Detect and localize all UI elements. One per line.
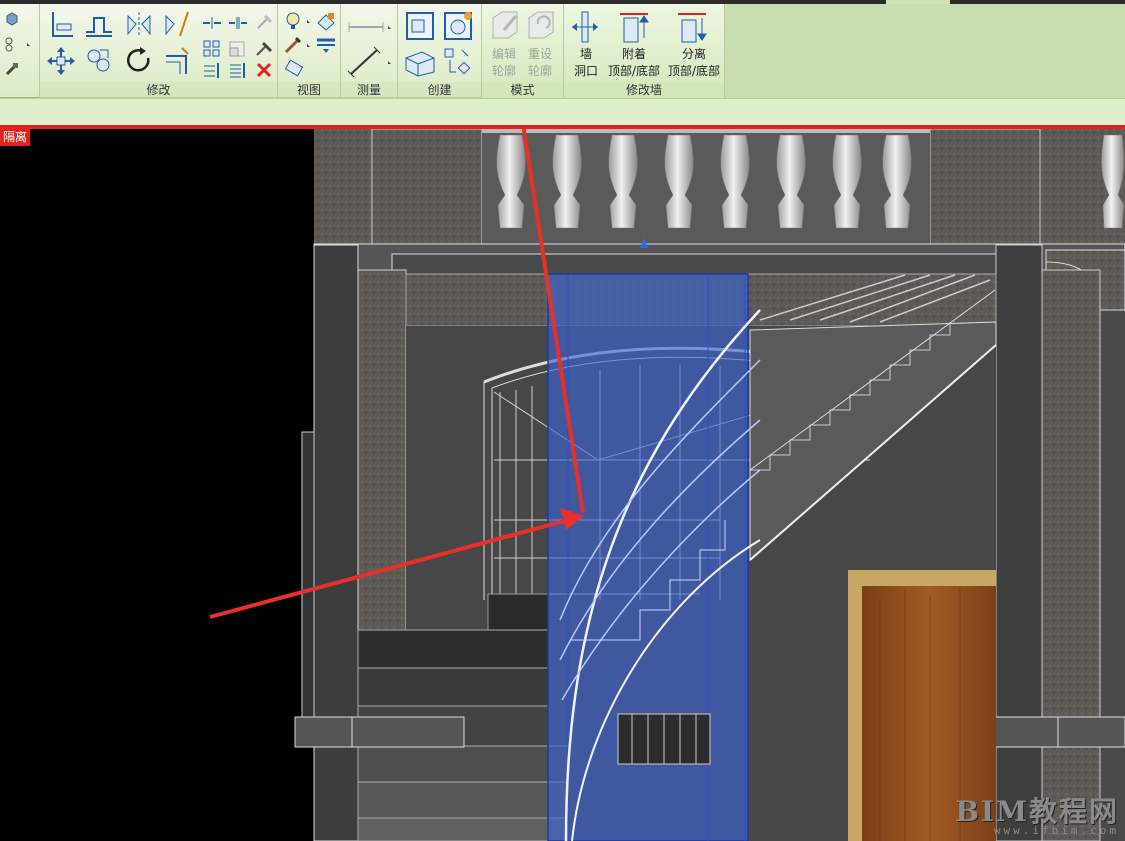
attach-top-base-label-2[interactable]: 顶部/底部 (604, 63, 664, 80)
delete-icon[interactable] (252, 60, 276, 80)
panel-select-properties (0, 4, 40, 98)
trim-extend-single-icon[interactable] (200, 60, 224, 80)
override-graphics-icon[interactable] (314, 10, 338, 32)
edit-profile-label-2[interactable]: 轮廓 (486, 63, 522, 80)
hide-in-view-icon[interactable] (282, 10, 312, 32)
attach-top-base-icon[interactable] (618, 10, 652, 44)
pin-icon[interactable] (252, 38, 276, 60)
edit-profile-icon[interactable] (490, 8, 520, 42)
selected-wall[interactable] (547, 238, 761, 841)
panel-modify: 修改 (40, 4, 278, 98)
create-similar-icon[interactable] (442, 46, 474, 78)
panel-modify-wall: 墙 洞口 附着 顶部/底部 分离 顶部/底部 修改墙 (564, 4, 725, 98)
panel-mode: 编辑 轮廓 重设 轮廓 模式 (482, 4, 564, 98)
move-icon[interactable] (46, 46, 76, 76)
attach-top-base-label-1[interactable]: 附着 (604, 46, 664, 63)
wall-opening-icon[interactable] (570, 10, 600, 44)
offset-icon[interactable] (84, 10, 114, 38)
revit-window: 修改 视图 测量 创建 编辑 轮廓 重设 轮廓 模式 墙 洞口 附着 顶部/底部… (0, 0, 1125, 841)
create-parts-icon[interactable] (404, 10, 436, 42)
wall-opening-label-1[interactable]: 墙 (568, 46, 604, 63)
trim-extend-multiple-icon[interactable] (226, 60, 250, 80)
reset-profile-label-2[interactable]: 轮廓 (522, 63, 558, 80)
options-bar (0, 98, 1125, 126)
detach-top-base-label-2[interactable]: 顶部/底部 (664, 63, 724, 80)
edit-profile-label-1[interactable]: 编辑 (486, 46, 522, 63)
drawing-viewport[interactable]: 隔离 BIM教程网 www.ifbim.com (0, 129, 1125, 841)
panel-view: 视图 (278, 4, 341, 98)
linework-icon[interactable] (282, 34, 312, 56)
wall-opening-label-2[interactable]: 洞口 (568, 63, 604, 80)
reset-profile-icon[interactable] (526, 8, 556, 42)
ribbon-empty-area (725, 4, 1125, 98)
panel-measure: 测量 (341, 4, 398, 98)
detach-top-base-label-1[interactable]: 分离 (664, 46, 724, 63)
scale-icon[interactable] (226, 38, 250, 60)
copy-icon[interactable] (84, 46, 114, 76)
unpin-icon[interactable] (252, 12, 276, 34)
right-pillar (1041, 269, 1101, 841)
properties-icon[interactable] (2, 10, 22, 28)
rotate-icon[interactable] (124, 46, 154, 76)
model-view[interactable] (0, 129, 1125, 841)
line-styles-icon[interactable] (314, 34, 338, 56)
mirror-draw-axis-icon[interactable] (162, 10, 192, 38)
aligned-dimension-icon[interactable] (345, 46, 393, 78)
copy-to-clipboard-icon[interactable] (2, 34, 32, 54)
panel-label-view: 视图 (278, 82, 340, 98)
mirror-pick-axis-icon[interactable] (124, 10, 154, 38)
split-with-gap-icon[interactable] (226, 12, 250, 34)
measure-between-references-icon[interactable] (345, 16, 393, 38)
array-icon[interactable] (200, 38, 224, 60)
panel-label-modify-wall: 修改墙 (564, 82, 724, 98)
reset-profile-label-1[interactable]: 重设 (522, 46, 558, 63)
trim-extend-corner-icon[interactable] (162, 46, 192, 76)
match-type-icon[interactable] (2, 60, 22, 78)
paint-icon[interactable] (282, 58, 308, 80)
panel-label-mode: 模式 (482, 82, 563, 98)
detach-top-base-icon[interactable] (676, 10, 710, 44)
align-icon[interactable] (46, 10, 76, 38)
panel-label-create: 创建 (398, 82, 481, 98)
split-element-icon[interactable] (200, 12, 224, 34)
panel-create: 创建 (398, 4, 482, 98)
panel-label-modify: 修改 (40, 82, 277, 98)
watermark: BIM教程网 www.ifbim.com (955, 790, 1119, 837)
panel-label-measure: 测量 (341, 82, 397, 98)
create-group-icon[interactable] (442, 10, 474, 42)
temporary-isolate-label: 隔离 (0, 129, 31, 146)
create-assembly-icon[interactable] (404, 46, 436, 78)
